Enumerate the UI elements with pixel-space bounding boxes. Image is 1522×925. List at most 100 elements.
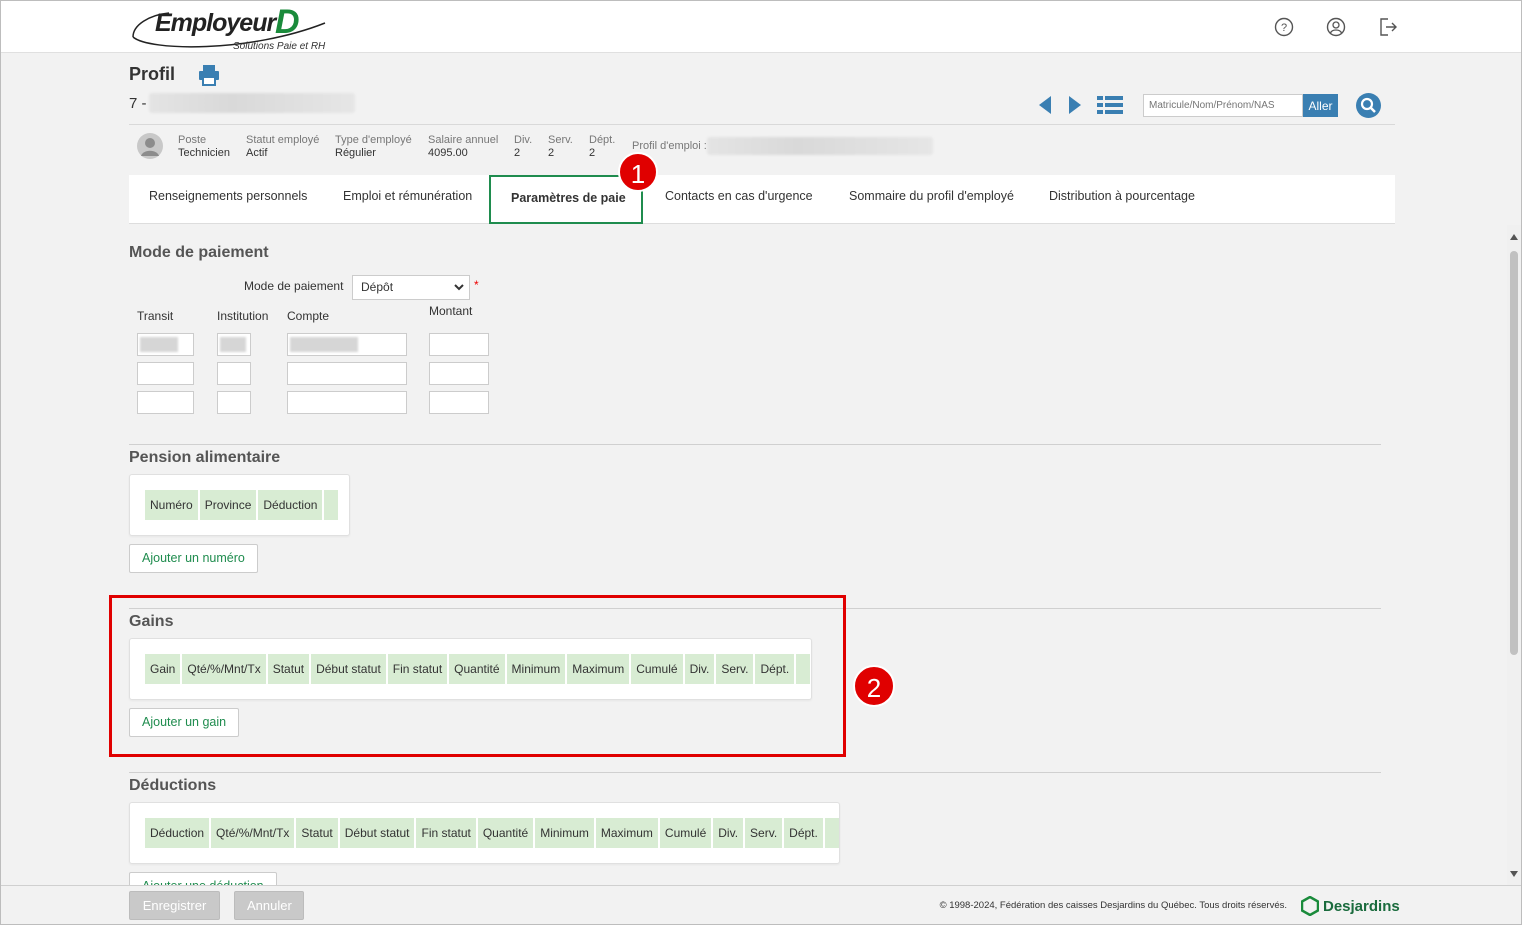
column-header: Fin statut [416, 818, 478, 848]
tab-renseignements-personnels[interactable]: Renseignements personnels [149, 175, 307, 224]
logo-subtitle: Solutions Paie et RH [233, 41, 326, 52]
scroll-up-arrow-icon[interactable] [1510, 234, 1518, 240]
main-content: Mode de paiement Mode de paiement Dépôt … [1, 225, 1507, 885]
svg-text:?: ? [1281, 22, 1287, 34]
copyright-text: © 1998-2024, Fédération des caisses Desj… [939, 900, 1287, 911]
add-numero-button[interactable]: Ajouter un numéro [129, 544, 258, 573]
montant-header: Montant [429, 304, 473, 318]
employee-search-input[interactable] [1143, 94, 1303, 117]
employeur-d-logo[interactable]: Employeur D Solutions Paie et RH [129, 3, 329, 52]
employee-id: 7 - [129, 95, 147, 112]
print-icon[interactable] [197, 63, 221, 90]
info-statut: Statut employé Actif [246, 134, 320, 159]
column-header: Numéro [145, 490, 200, 520]
scroll-down-arrow-icon[interactable] [1510, 871, 1518, 877]
annotation-highlight-gains [109, 595, 846, 757]
compte-field[interactable] [287, 391, 407, 414]
column-header: Serv. [745, 818, 785, 848]
section-divider [129, 772, 1381, 773]
transit-field[interactable] [137, 391, 194, 414]
column-header: Déduction [258, 490, 325, 520]
annotation-badge-1: 1 [618, 152, 658, 192]
institution-field[interactable] [217, 333, 251, 356]
footer: Enregistrer Annuler © 1998-2024, Fédérat… [1, 885, 1521, 924]
header-actions: ? [1273, 16, 1399, 38]
tab-distribution-pourcentage[interactable]: Distribution à pourcentage [1049, 175, 1195, 224]
help-icon[interactable]: ? [1273, 16, 1295, 38]
info-serv: Serv. 2 [548, 134, 573, 159]
avatar [137, 133, 163, 159]
transit-field[interactable] [137, 362, 194, 385]
column-header: Statut [296, 818, 340, 848]
top-header: Employeur D Solutions Paie et RH ? [1, 1, 1521, 53]
required-marker: * [474, 278, 479, 292]
info-type: Type d'employé Régulier [335, 134, 412, 159]
column-header: Qté/%/Mnt/Tx [211, 818, 297, 848]
page-title: Profil [129, 64, 176, 84]
mode-paiement-value: Dépôt [361, 280, 394, 294]
column-header: Déduction [145, 818, 212, 848]
institution-header: Institution [217, 309, 269, 323]
column-header: Cumulé [660, 818, 714, 848]
pension-table-card: Numéro Province Déduction [129, 474, 350, 536]
chevron-down-icon [453, 281, 465, 296]
mode-paiement-select[interactable]: Dépôt [352, 275, 470, 300]
list-view-icon[interactable] [1097, 95, 1123, 118]
column-header: Province [200, 490, 259, 520]
column-header-spacer [324, 490, 338, 520]
compte-field[interactable] [287, 333, 407, 356]
montant-field[interactable] [429, 362, 489, 385]
logo-word: Employeur [155, 9, 276, 37]
tab-sommaire-profil[interactable]: Sommaire du profil d'employé [849, 175, 1014, 224]
column-header: Dépt. [784, 818, 825, 848]
logout-icon[interactable] [1377, 16, 1399, 38]
employee-name-redacted [149, 93, 355, 113]
add-deduction-button[interactable]: Ajouter une déduction [129, 872, 277, 885]
previous-arrow-icon[interactable] [1037, 95, 1053, 118]
section-title-pension: Pension alimentaire [129, 449, 281, 466]
next-arrow-icon[interactable] [1067, 95, 1083, 118]
deductions-table-header: Déduction Qté/%/Mnt/Tx Statut Début stat… [145, 818, 839, 848]
column-header-spacer [825, 818, 839, 848]
profile-tabs: Renseignements personnels Emploi et rému… [129, 175, 1395, 224]
user-account-icon[interactable] [1325, 16, 1347, 38]
institution-field[interactable] [217, 362, 251, 385]
column-header: Div. [713, 818, 746, 848]
column-header: Quantité [478, 818, 536, 848]
pension-table-header: Numéro Province Déduction [145, 490, 339, 520]
tab-emploi-remuneration[interactable]: Emploi et rémunération [343, 175, 472, 224]
info-salaire: Salaire annuel 4095.00 [428, 134, 499, 159]
tab-contacts-urgence[interactable]: Contacts en cas d'urgence [665, 175, 813, 224]
annotation-badge-2: 2 [853, 665, 895, 707]
vertical-scrollbar[interactable] [1507, 225, 1521, 885]
scrollbar-thumb[interactable] [1510, 251, 1518, 655]
mode-paiement-label: Mode de paiement [244, 279, 344, 293]
info-dept: Dépt. 2 [589, 134, 616, 159]
transit-field[interactable] [137, 333, 194, 356]
deductions-table-card: Déduction Qté/%/Mnt/Tx Statut Début stat… [129, 802, 840, 864]
section-title-deductions: Déductions [129, 777, 217, 794]
montant-field[interactable] [429, 333, 489, 356]
info-div: Div. 2 [514, 134, 533, 159]
info-poste: Poste Technicien [178, 134, 230, 159]
institution-field[interactable] [217, 391, 251, 414]
desjardins-brand: Desjardins [1323, 897, 1400, 915]
cancel-button[interactable]: Annuler [234, 891, 304, 920]
compte-header: Compte [287, 309, 330, 323]
logo-letter: D [275, 3, 300, 41]
header-divider [129, 124, 1395, 125]
desjardins-hexagon-icon [1301, 896, 1319, 916]
profil-emploi-redacted [707, 137, 933, 155]
desjardins-logo: Desjardins [1301, 896, 1400, 916]
app-window: Employeur D Solutions Paie et RH ? Profi… [0, 0, 1522, 925]
section-divider [129, 444, 1381, 445]
section-title-mode-paiement: Mode de paiement [129, 244, 269, 261]
montant-field[interactable] [429, 391, 489, 414]
compte-field[interactable] [287, 362, 407, 385]
search-icon[interactable] [1356, 93, 1381, 118]
record-navigation [1037, 95, 1123, 118]
transit-header: Transit [137, 309, 174, 323]
info-profil-emploi-label: Profil d'emploi : [632, 140, 707, 152]
search-go-button[interactable]: Aller [1303, 94, 1338, 117]
save-button[interactable]: Enregistrer [129, 891, 220, 920]
